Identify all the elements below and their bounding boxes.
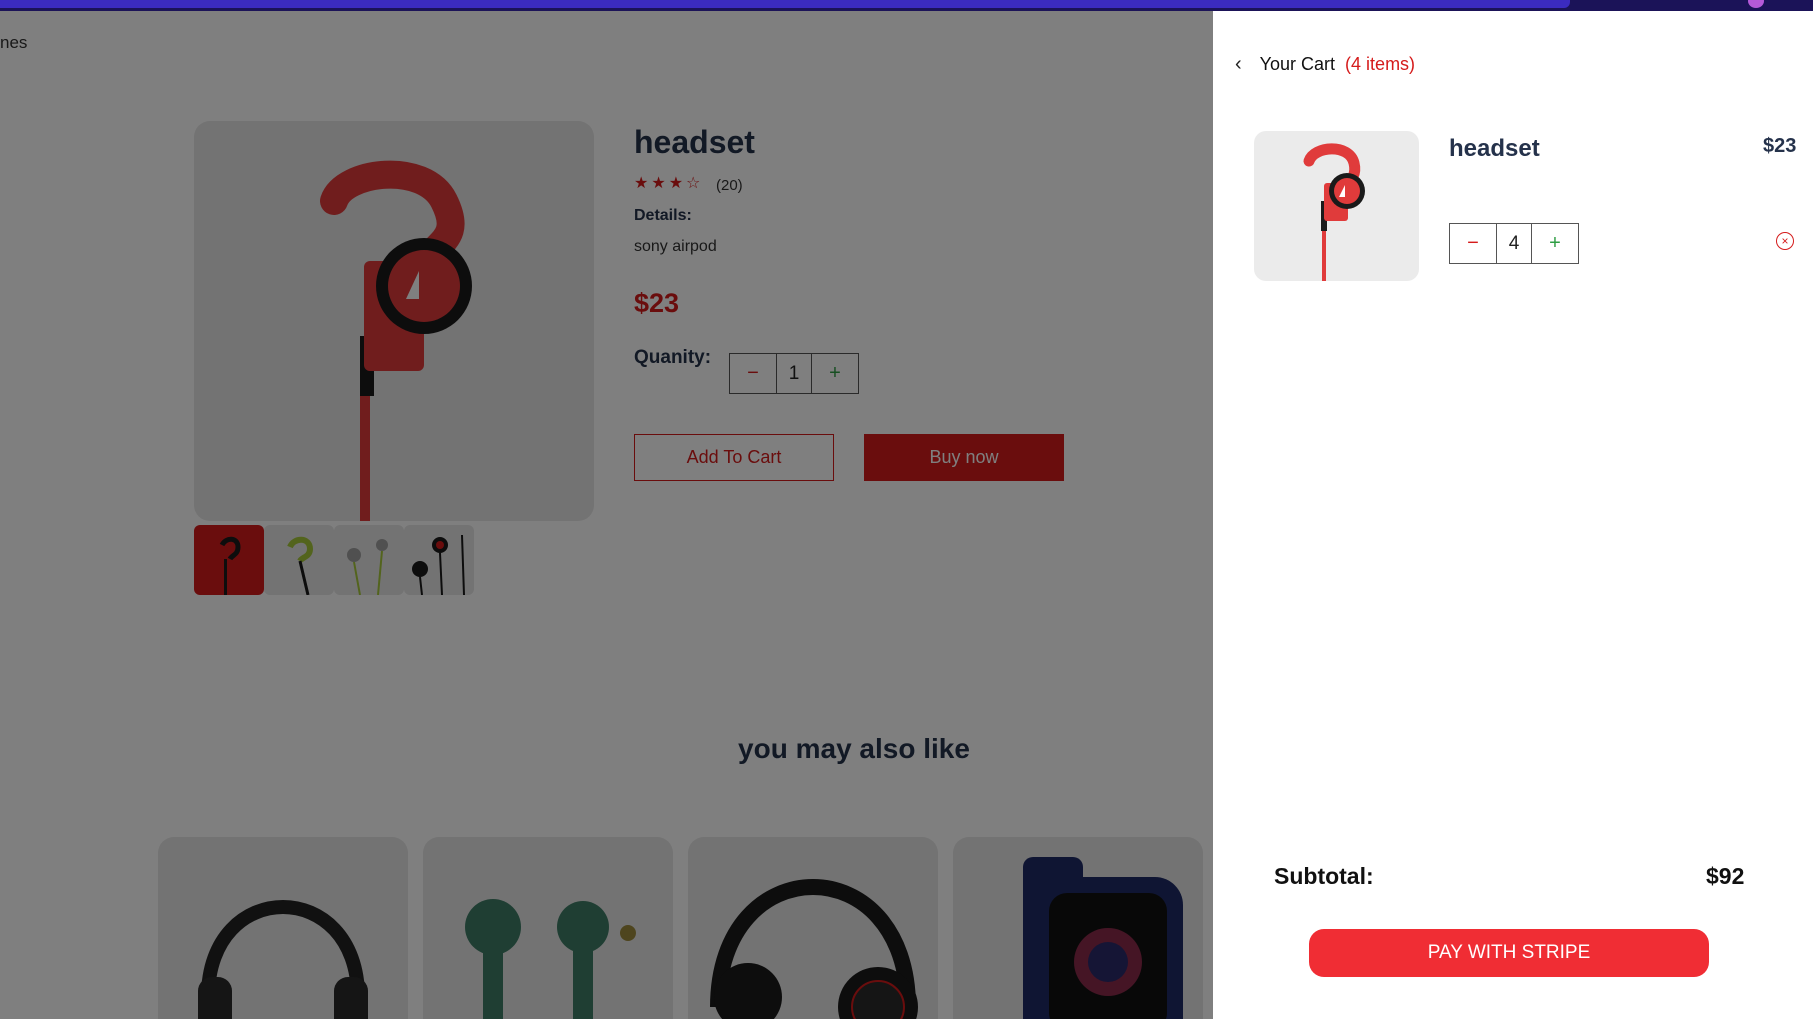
buy-now-button[interactable]: Buy now: [864, 434, 1064, 481]
product-title: headset: [634, 124, 755, 160]
details-label: Details:: [634, 207, 692, 224]
subtotal-value: $92: [1706, 863, 1745, 889]
browser-top-strip: [0, 0, 1813, 11]
pay-with-stripe-button[interactable]: PAY WITH STRIPE: [1309, 929, 1709, 977]
cart-header[interactable]: ‹ Your Cart (4 items): [1235, 53, 1415, 76]
cart-title: Your Cart: [1259, 54, 1336, 74]
cart-item-name: headset: [1449, 135, 1540, 162]
recommended-product-card[interactable]: [688, 837, 938, 1019]
breadcrumb[interactable]: nes: [0, 33, 27, 53]
cart-panel: ‹ Your Cart (4 items) headset $23 − 4 + …: [1213, 11, 1813, 1019]
thumbnail-1[interactable]: [194, 525, 264, 595]
thumbnail-2[interactable]: [264, 525, 334, 595]
cart-quantity-value: 4: [1508, 232, 1520, 254]
earbuds-image: [465, 899, 636, 1019]
review-count: (20): [716, 177, 743, 194]
cart-item-image: [1254, 131, 1419, 281]
plus-icon[interactable]: +: [811, 354, 858, 393]
add-to-cart-button[interactable]: Add To Cart: [634, 434, 834, 481]
plus-icon[interactable]: +: [1531, 224, 1578, 263]
gaming-headset-image: [710, 879, 918, 1019]
product-main-image: [194, 121, 594, 521]
recommendations-title: you may also like: [738, 733, 970, 764]
product-thumbnails: [194, 525, 474, 595]
quantity-stepper: − 1 +: [729, 353, 859, 394]
quantity-label: Quanity:: [634, 347, 712, 368]
cart-item-count: (4 items): [1345, 54, 1416, 74]
product-price: $23: [634, 288, 680, 318]
quantity-value: 1: [788, 362, 800, 384]
cart-quantity-stepper: − 4 +: [1449, 223, 1579, 264]
recommended-product-card[interactable]: [158, 837, 408, 1019]
minus-icon[interactable]: −: [730, 354, 777, 393]
recommended-product-card[interactable]: [953, 837, 1203, 1019]
subtotal-label: Subtotal:: [1274, 863, 1374, 889]
rating-stars-icon: ★★★☆: [634, 175, 704, 192]
minus-icon[interactable]: −: [1450, 224, 1497, 263]
headset-image: [320, 160, 472, 521]
close-circle-icon[interactable]: ×: [1776, 232, 1794, 250]
recommended-product-card[interactable]: [423, 837, 673, 1019]
headset-image: [1303, 143, 1365, 281]
details-text: sony airpod: [634, 238, 717, 255]
cart-item-price: $23: [1763, 135, 1797, 157]
chevron-left-icon[interactable]: ‹: [1235, 53, 1242, 76]
headphones-image: [198, 900, 368, 1019]
product-page: nes headset ★★★☆ (20) Details: sony airp…: [0, 11, 1213, 1019]
thumbnail-3[interactable]: [334, 525, 404, 595]
profile-avatar[interactable]: [1748, 0, 1764, 8]
smartwatch-image: [1023, 857, 1183, 1019]
browser-tab-strip: [0, 0, 1570, 8]
thumbnail-4[interactable]: [404, 525, 474, 595]
